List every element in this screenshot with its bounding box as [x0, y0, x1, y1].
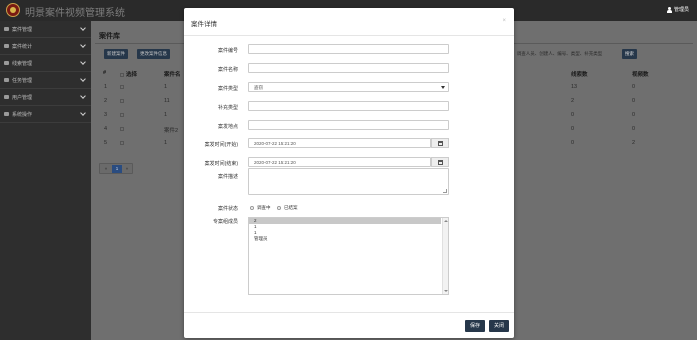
- chevron-down-icon: [80, 59, 86, 65]
- case-type-select[interactable]: 盗窃: [248, 82, 449, 92]
- row-checkbox[interactable]: [120, 112, 124, 117]
- column-header-video-count: 视频数: [632, 72, 649, 78]
- row-checkbox[interactable]: [120, 84, 124, 89]
- time-start-calendar-button[interactable]: [431, 138, 449, 148]
- column-header-case-name: 案件名: [164, 72, 181, 78]
- column-header-select[interactable]: 选择: [120, 70, 137, 78]
- radio-icon: [250, 206, 254, 210]
- list-icon: [4, 61, 9, 65]
- time-start-label: 案发时间(开始): [204, 142, 238, 148]
- divider: [184, 35, 514, 36]
- inbox-icon: [4, 78, 9, 82]
- time-start-input[interactable]: [248, 138, 431, 148]
- new-case-button[interactable]: 新建案件: [104, 49, 128, 59]
- search-hint: 、 调查人员、创建人、编号、类型、补充类型: [511, 51, 603, 56]
- list-icon: [4, 27, 9, 31]
- members-listbox[interactable]: 2 1 1 管理员: [248, 217, 449, 295]
- caret-down-icon: [441, 86, 445, 89]
- resize-handle-icon[interactable]: [443, 189, 447, 193]
- location-label: 案发地点: [217, 124, 238, 130]
- sidebar-item-clue-management[interactable]: 线索管理: [0, 55, 91, 72]
- sidebar-item-label: 案件统计: [12, 43, 33, 50]
- prev-page-button[interactable]: «: [101, 165, 111, 173]
- case-no-label: 案件编号: [217, 48, 238, 54]
- search-button[interactable]: 搜索: [622, 49, 637, 59]
- case-detail-modal: 案件详情 × 案件编号 案件名称 案件类型 盗窃 补充类型 案发地点 案发时间(…: [184, 8, 514, 338]
- sidebar-item-label: 案件管理: [12, 26, 33, 33]
- next-page-button[interactable]: »: [122, 165, 132, 173]
- sidebar: 案件管理 案件统计 线索管理 任务管理 用户管理 系统操作: [0, 21, 91, 340]
- column-header-index: #: [103, 70, 107, 76]
- sub-type-label: 补充类型: [217, 105, 238, 111]
- police-badge-icon: [6, 3, 20, 17]
- user-icon: [4, 95, 9, 99]
- chevron-down-icon: [80, 42, 86, 48]
- scroll-up-icon[interactable]: [444, 220, 448, 222]
- user-menu[interactable]: 管理员: [666, 6, 689, 13]
- user-name: 管理员: [673, 7, 689, 13]
- chevron-down-icon: [80, 25, 86, 31]
- members-label: 专案组成员: [212, 219, 238, 225]
- pagination: « 1 »: [99, 163, 133, 174]
- listbox-scrollbar[interactable]: [442, 218, 448, 294]
- sidebar-item-label: 线索管理: [12, 60, 33, 67]
- modal-title: 案件详情: [191, 21, 217, 28]
- edit-case-button[interactable]: 更改案件信息: [137, 49, 170, 59]
- close-icon[interactable]: ×: [502, 18, 506, 24]
- page-title: 案件库: [99, 33, 120, 40]
- user-icon: [666, 6, 672, 13]
- radio-icon: [277, 206, 281, 210]
- list-item[interactable]: 管理员: [249, 236, 441, 242]
- calendar-icon: [438, 141, 443, 146]
- time-end-input[interactable]: [248, 157, 431, 167]
- chevron-down-icon: [80, 76, 86, 82]
- sidebar-item-case-statistics[interactable]: 案件统计: [0, 38, 91, 55]
- sidebar-item-user-management[interactable]: 用户管理: [0, 89, 91, 106]
- page-1-button[interactable]: 1: [112, 165, 122, 173]
- case-name-input[interactable]: [248, 63, 449, 73]
- calendar-icon: [438, 160, 443, 165]
- scroll-down-icon[interactable]: [444, 290, 448, 292]
- row-checkbox[interactable]: [120, 140, 124, 145]
- location-input[interactable]: [248, 120, 449, 130]
- chevron-down-icon: [80, 110, 86, 116]
- time-end-calendar-button[interactable]: [431, 157, 449, 167]
- divider: [184, 312, 514, 313]
- status-radio-investigating[interactable]: 调查中: [250, 205, 271, 211]
- case-no-input[interactable]: [248, 44, 449, 54]
- app-title: 明景案件视频管理系统: [25, 8, 125, 19]
- sidebar-item-task-management[interactable]: 任务管理: [0, 72, 91, 89]
- sidebar-item-label: 任务管理: [12, 77, 33, 84]
- time-end-label: 案发时间(结束): [204, 161, 238, 167]
- row-checkbox[interactable]: [120, 98, 124, 103]
- status-radio-closed[interactable]: 已结案: [277, 205, 298, 211]
- gear-icon: [4, 112, 9, 116]
- column-header-clue-count: 线索数: [571, 72, 588, 78]
- sidebar-item-system-operations[interactable]: 系统操作: [0, 106, 91, 123]
- sidebar-item-label: 用户管理: [12, 94, 33, 101]
- bar-chart-icon: [4, 44, 9, 48]
- case-name-label: 案件名称: [217, 67, 238, 73]
- select-all-checkbox[interactable]: [120, 72, 124, 77]
- status-label: 案件状态: [217, 206, 238, 212]
- chevron-down-icon: [80, 93, 86, 99]
- sidebar-item-case-management[interactable]: 案件管理: [0, 21, 91, 38]
- close-button[interactable]: 关闭: [489, 320, 509, 332]
- sidebar-item-label: 系统操作: [12, 111, 33, 118]
- save-button[interactable]: 保存: [465, 320, 485, 332]
- sub-type-input[interactable]: [248, 101, 449, 111]
- description-textarea[interactable]: [248, 168, 449, 195]
- description-label: 案件描述: [217, 174, 238, 180]
- row-checkbox[interactable]: [120, 126, 124, 131]
- case-type-label: 案件类型: [217, 86, 238, 92]
- case-type-value: 盗窃: [254, 85, 263, 90]
